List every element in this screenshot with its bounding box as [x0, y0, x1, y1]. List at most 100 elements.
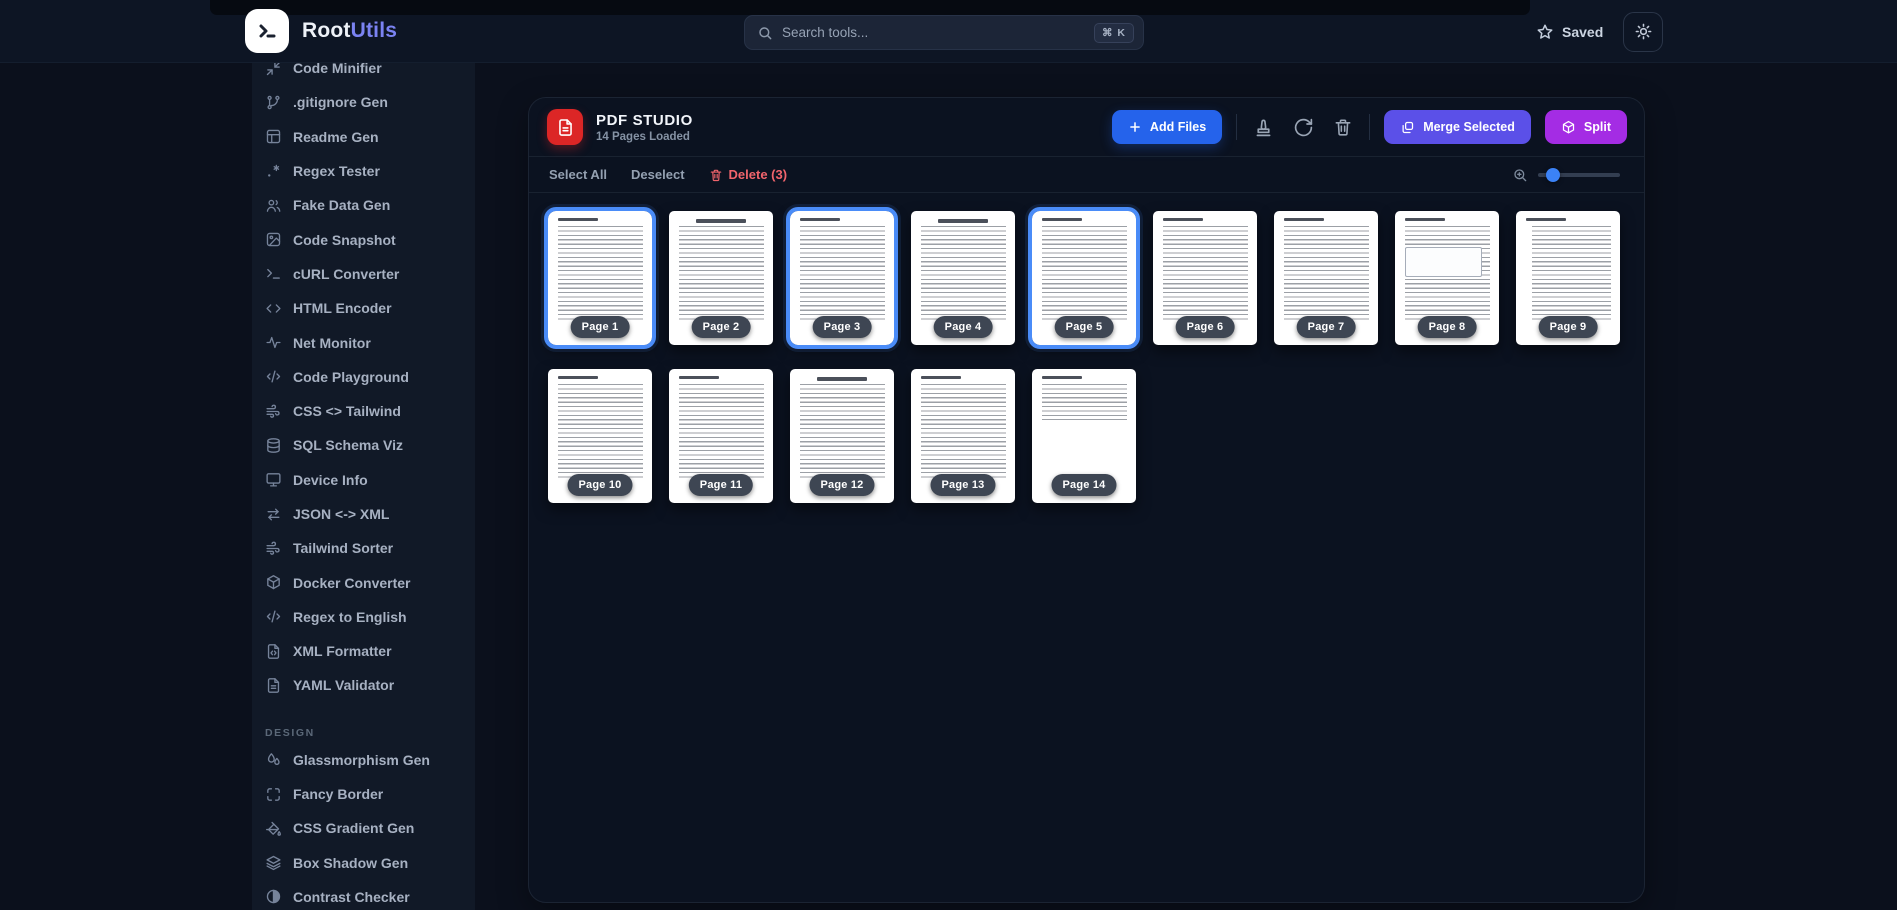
shortcut-badge: ⌘ K	[1094, 23, 1134, 43]
page-thumbnail-page-11[interactable]: Page 11	[669, 369, 773, 503]
sidebar-item-label: Readme Gen	[293, 129, 379, 145]
selection-toolbar: Select All Deselect Delete (3)	[529, 156, 1644, 193]
page-label: Page 1	[571, 316, 630, 338]
page-thumbnail-page-14[interactable]: Page 14	[1032, 369, 1136, 503]
trash-icon[interactable]	[1331, 115, 1355, 139]
sidebar-item-label: Device Info	[293, 472, 368, 488]
sidebar-item-regex-tester[interactable]: Regex Tester	[265, 154, 475, 188]
saved-label: Saved	[1562, 24, 1603, 40]
split-button[interactable]: Split	[1545, 110, 1627, 144]
sidebar-item-label: Glassmorphism Gen	[293, 752, 430, 768]
sidebar-item-label: XML Formatter	[293, 643, 392, 659]
sidebar-item-label: Tailwind Sorter	[293, 540, 393, 556]
page-thumbnail-page-7[interactable]: Page 7	[1274, 211, 1378, 345]
zoom-control	[1512, 167, 1620, 183]
sidebar-item-contrast-checker[interactable]: Contrast Checker	[265, 880, 475, 910]
sidebar-item-curl-converter[interactable]: cURL Converter	[265, 257, 475, 291]
plus-icon	[1128, 120, 1142, 134]
sidebar-item-label: Regex to English	[293, 609, 407, 625]
zoom-in-icon	[1512, 167, 1528, 183]
file-lines-icon	[265, 677, 282, 694]
sidebar-item-code-snapshot[interactable]: Code Snapshot	[265, 222, 475, 256]
page-thumbnail-page-8[interactable]: Page 8	[1395, 211, 1499, 345]
sidebar-item-yaml-validator[interactable]: YAML Validator	[265, 668, 475, 702]
sidebar-item-label: Fancy Border	[293, 786, 383, 802]
delete-selected-button[interactable]: Delete (3)	[709, 167, 788, 182]
sidebar-item-code-playground[interactable]: Code Playground	[265, 360, 475, 394]
deselect-button[interactable]: Deselect	[631, 167, 684, 182]
page-thumbnail-page-9[interactable]: Page 9	[1516, 211, 1620, 345]
sidebar-item-label: Net Monitor	[293, 335, 371, 351]
sidebar-item-docker-converter[interactable]: Docker Converter	[265, 565, 475, 599]
box-icon	[1561, 120, 1576, 135]
sidebar-item-xml-formatter[interactable]: XML Formatter	[265, 634, 475, 668]
thumbnail-zoom-slider[interactable]	[1538, 168, 1620, 182]
page-label: Page 7	[1297, 316, 1356, 338]
sidebar-item-label: Code Minifier	[293, 63, 382, 76]
page-label: Page 8	[1418, 316, 1477, 338]
saved-button[interactable]: Saved	[1536, 23, 1603, 41]
studio-header: PDF STUDIO 14 Pages Loaded Add Files	[529, 98, 1644, 156]
frame-corners-icon	[265, 786, 282, 803]
sidebar-item-glassmorphism-gen[interactable]: Glassmorphism Gen	[265, 743, 475, 777]
sidebar-item-css-tailwind[interactable]: CSS <> Tailwind	[265, 394, 475, 428]
wind-icon	[265, 540, 282, 557]
sidebar-item-html-encoder[interactable]: HTML Encoder	[265, 291, 475, 325]
page-thumbnail-grid: Page 1 Page 2 Page 3 Page 4 Page 5 Page …	[529, 193, 1644, 521]
sidebar-item-code-minifier[interactable]: Code Minifier	[265, 63, 475, 85]
sidebar-item-label: cURL Converter	[293, 266, 399, 282]
sidebar-item-net-monitor[interactable]: Net Monitor	[265, 325, 475, 359]
page-thumbnail-page-1[interactable]: Page 1	[548, 211, 652, 345]
topbar-right: Saved	[1536, 0, 1663, 63]
search-input[interactable]	[782, 25, 1085, 40]
page-thumbnail-page-3[interactable]: Page 3	[790, 211, 894, 345]
sidebar-item-fancy-border[interactable]: Fancy Border	[265, 777, 475, 811]
studio-actions: Add Files Merge Selected	[1112, 110, 1627, 144]
page-thumbnail-page-12[interactable]: Page 12	[790, 369, 894, 503]
contrast-icon	[265, 888, 282, 905]
page-thumbnail-page-6[interactable]: Page 6	[1153, 211, 1257, 345]
file-code-icon	[265, 643, 282, 660]
sidebar-item-label: HTML Encoder	[293, 300, 392, 316]
add-files-button[interactable]: Add Files	[1112, 110, 1222, 144]
droplets-icon	[265, 751, 282, 768]
page-thumbnail-page-10[interactable]: Page 10	[548, 369, 652, 503]
page-thumbnail-page-5[interactable]: Page 5	[1032, 211, 1136, 345]
swap-arrows-icon	[265, 506, 282, 523]
theme-toggle-button[interactable]	[1623, 12, 1663, 52]
page-label: Page 3	[813, 316, 872, 338]
sidebar-item-label: SQL Schema Viz	[293, 437, 403, 453]
page-thumbnail-page-2[interactable]: Page 2	[669, 211, 773, 345]
stamp-icon[interactable]	[1251, 115, 1276, 140]
sidebar-item-gitignore-gen[interactable]: .gitignore Gen	[265, 85, 475, 119]
sidebar-item-json-xml[interactable]: JSON <-> XML	[265, 497, 475, 531]
sidebar-item-sql-schema-viz[interactable]: SQL Schema Viz	[265, 428, 475, 462]
code-slash-icon	[265, 368, 282, 385]
sidebar-item-tailwind-sorter[interactable]: Tailwind Sorter	[265, 531, 475, 565]
page-label: Page 11	[689, 474, 753, 496]
wind-icon	[265, 403, 282, 420]
sidebar-section-design: DESIGN	[265, 727, 475, 739]
select-all-button[interactable]: Select All	[549, 167, 607, 182]
sidebar-item-regex-to-english[interactable]: Regex to English	[265, 600, 475, 634]
sidebar-design-list: Glassmorphism Gen Fancy Border CSS Gradi…	[265, 743, 475, 910]
page-thumbnail-page-13[interactable]: Page 13	[911, 369, 1015, 503]
sidebar-item-css-gradient-gen[interactable]: CSS Gradient Gen	[265, 811, 475, 845]
sidebar-item-box-shadow-gen[interactable]: Box Shadow Gen	[265, 846, 475, 880]
page-label: Page 6	[1176, 316, 1235, 338]
terminal-icon	[265, 265, 282, 282]
rotate-cw-icon[interactable]	[1291, 115, 1316, 140]
sidebar-item-device-info[interactable]: Device Info	[265, 463, 475, 497]
slider-thumb[interactable]	[1546, 168, 1560, 182]
sidebar-item-readme-gen[interactable]: Readme Gen	[265, 120, 475, 154]
app-logo[interactable]: RootUtils	[245, 9, 397, 53]
search-bar[interactable]: ⌘ K	[744, 15, 1144, 50]
sidebar-item-fake-data-gen[interactable]: Fake Data Gen	[265, 188, 475, 222]
database-icon	[265, 437, 282, 454]
sun-icon	[1634, 22, 1653, 41]
pdf-file-icon	[547, 109, 583, 145]
merge-selected-button[interactable]: Merge Selected	[1384, 110, 1531, 144]
brand-name: RootUtils	[302, 19, 397, 43]
sidebar-item-label: Fake Data Gen	[293, 197, 390, 213]
page-thumbnail-page-4[interactable]: Page 4	[911, 211, 1015, 345]
